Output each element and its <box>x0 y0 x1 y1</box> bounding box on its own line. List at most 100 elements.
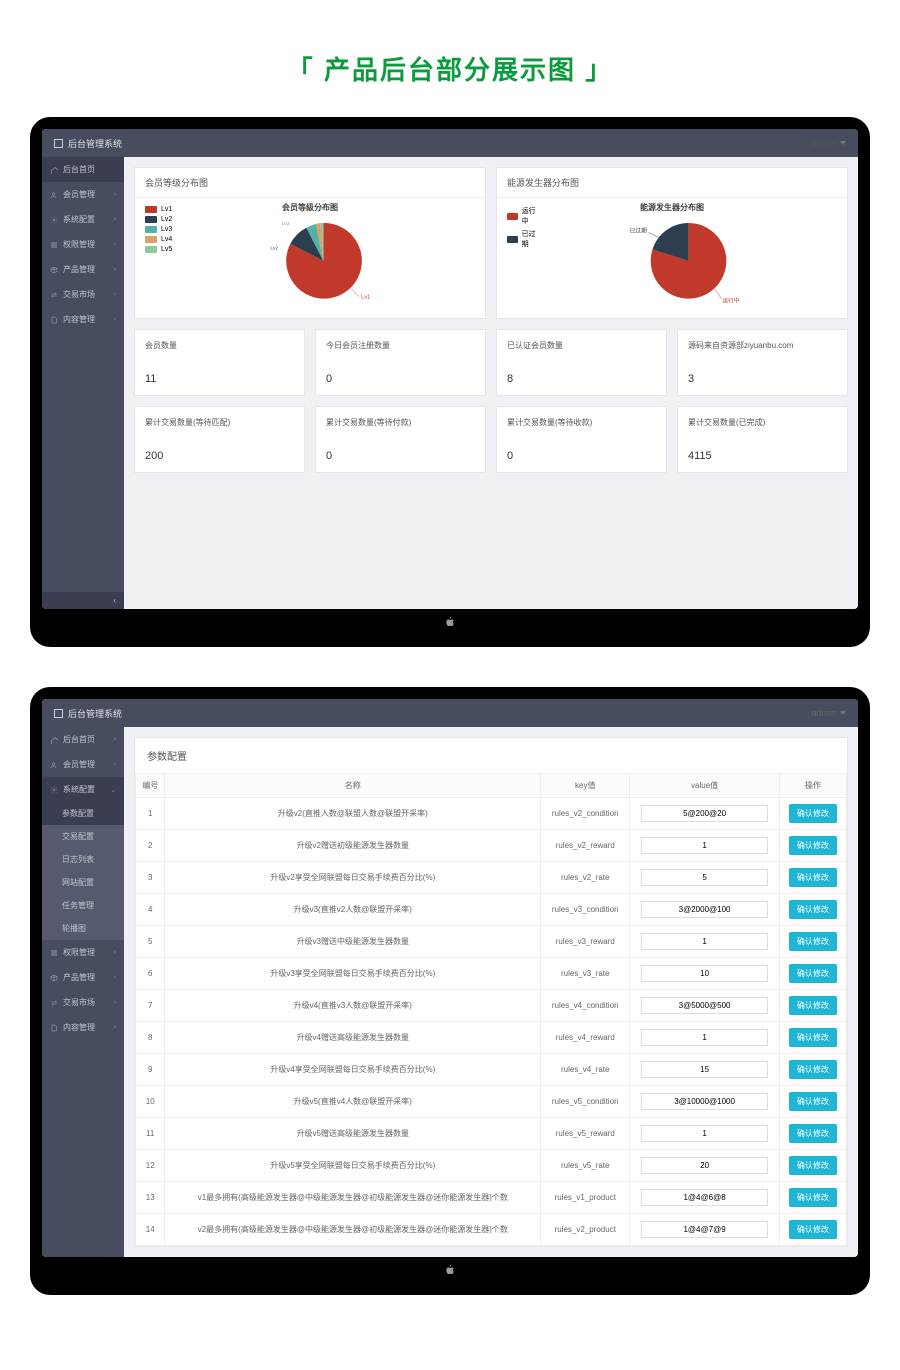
sidebar-subitem[interactable]: 网站配置 <box>42 871 124 894</box>
cell-id: 3 <box>136 862 165 894</box>
legend-label: 已过期 <box>522 229 541 249</box>
value-input[interactable] <box>641 1189 767 1206</box>
chevron-icon: › <box>114 761 116 768</box>
confirm-button[interactable]: 确认修改 <box>789 804 837 823</box>
sidebar-item-list[interactable]: 权限管理› <box>42 940 124 965</box>
table-row: 7升级v4(直推v3人数@联盟开采率)rules_v4_condition确认修… <box>136 990 847 1022</box>
cell-name: 升级v5享受全网联盟每日交易手续费百分比(%) <box>165 1150 541 1182</box>
sidebar-item-cog[interactable]: 系统配置⌄ <box>42 777 124 802</box>
cell-name: 升级v3享受全网联盟每日交易手续费百分比(%) <box>165 958 541 990</box>
cell-value <box>630 1182 780 1214</box>
stat-label: 今日会员注册数量 <box>326 340 475 351</box>
sidebar-item-label: 会员管理 <box>63 189 95 200</box>
sidebar-subitem[interactable]: 交易配置 <box>42 825 124 848</box>
table-row: 13v1最多拥有(高级能源发生器@中级能源发生器@初级能源发生器@迷你能源发生器… <box>136 1182 847 1214</box>
confirm-button[interactable]: 确认修改 <box>789 868 837 887</box>
cell-id: 4 <box>136 894 165 926</box>
confirm-button[interactable]: 确认修改 <box>789 1220 837 1239</box>
sidebar-subitem[interactable]: 任务管理 <box>42 894 124 917</box>
chevron-right-icon: › <box>114 241 116 248</box>
sidebar-subitem[interactable]: 参数配置 <box>42 802 124 825</box>
cell-value <box>630 958 780 990</box>
table-header: 名称 <box>165 774 541 798</box>
value-input[interactable] <box>641 837 767 854</box>
params-panel: 参数配置 编号名称key值value值操作 1升级v2(直推人数@联盟人数@联盟… <box>134 737 848 1247</box>
confirm-button[interactable]: 确认修改 <box>789 996 837 1015</box>
confirm-button[interactable]: 确认修改 <box>789 1124 837 1143</box>
brand-icon <box>54 139 63 148</box>
apple-logo-icon <box>444 615 456 629</box>
sidebar-item-exchange[interactable]: 交易市场› <box>42 282 124 307</box>
cell-key: rules_v5_condition <box>541 1086 630 1118</box>
confirm-button[interactable]: 确认修改 <box>789 1156 837 1175</box>
table-row: 5升级v3赠送中级能源发生器数量rules_v3_reward确认修改 <box>136 926 847 958</box>
value-input[interactable] <box>641 1029 767 1046</box>
cell-key: rules_v3_rate <box>541 958 630 990</box>
cell-action: 确认修改 <box>779 1150 846 1182</box>
value-input[interactable] <box>641 997 767 1014</box>
value-input[interactable] <box>641 1157 767 1174</box>
sidebar-item-label: 后台首页 <box>63 734 95 745</box>
sidebar-item-home[interactable]: 后台首页› <box>42 727 124 752</box>
sidebar-item-cube[interactable]: 产品管理› <box>42 257 124 282</box>
chevron-icon: › <box>114 1024 116 1031</box>
value-input[interactable] <box>641 1061 767 1078</box>
cell-key: rules_v2_rate <box>541 862 630 894</box>
cell-action: 确认修改 <box>779 894 846 926</box>
confirm-button[interactable]: 确认修改 <box>789 964 837 983</box>
table-header: key值 <box>541 774 630 798</box>
sidebar-collapse[interactable]: ‹ <box>42 592 124 609</box>
value-input[interactable] <box>641 869 767 886</box>
value-input[interactable] <box>641 933 767 950</box>
sidebar-item-cog[interactable]: 系统配置› <box>42 207 124 232</box>
user-menu[interactable]: admin <box>811 138 846 148</box>
confirm-button[interactable]: 确认修改 <box>789 900 837 919</box>
cell-name: 升级v3赠送中级能源发生器数量 <box>165 926 541 958</box>
sidebar-subitem[interactable]: 轮播图 <box>42 917 124 940</box>
sidebar-item-file[interactable]: 内容管理› <box>42 307 124 332</box>
value-input[interactable] <box>641 901 767 918</box>
sidebar-item-users[interactable]: 会员管理 › <box>42 182 124 207</box>
cell-name: 升级v2(直推人数@联盟人数@联盟开采率) <box>165 798 541 830</box>
confirm-button[interactable]: 确认修改 <box>789 836 837 855</box>
value-input[interactable] <box>641 1125 767 1142</box>
legend-item: 运行中 <box>507 206 540 226</box>
stat-card: 今日会员注册数量0 <box>315 329 486 396</box>
cell-name: 升级v2享受全网联盟每日交易手续费百分比(%) <box>165 862 541 894</box>
confirm-button[interactable]: 确认修改 <box>789 1028 837 1047</box>
confirm-button[interactable]: 确认修改 <box>789 1188 837 1207</box>
stat-value: 8 <box>507 373 656 385</box>
brand: 后台管理系统 <box>54 137 122 150</box>
chevron-icon: ⌄ <box>110 786 116 794</box>
sidebar-subitem[interactable]: 日志列表 <box>42 848 124 871</box>
confirm-button[interactable]: 确认修改 <box>789 1060 837 1079</box>
table-header: 操作 <box>779 774 846 798</box>
sidebar-item-list[interactable]: 权限管理› <box>42 232 124 257</box>
sidebar-item-cube[interactable]: 产品管理› <box>42 965 124 990</box>
sidebar-item-exchange[interactable]: 交易市场› <box>42 990 124 1015</box>
sidebar-item-users[interactable]: 会员管理› <box>42 752 124 777</box>
confirm-button[interactable]: 确认修改 <box>789 1092 837 1111</box>
cell-action: 确认修改 <box>779 1214 846 1246</box>
value-input[interactable] <box>641 805 767 822</box>
value-input[interactable] <box>641 965 767 982</box>
stat-card: 累计交易数量(等待匹配)200 <box>134 406 305 473</box>
stat-value: 0 <box>507 450 656 462</box>
svg-text:Lv3: Lv3 <box>282 221 290 227</box>
confirm-button[interactable]: 确认修改 <box>789 932 837 951</box>
table-row: 1升级v2(直推人数@联盟人数@联盟开采率)rules_v2_condition… <box>136 798 847 830</box>
cell-name: v2最多拥有(高级能源发生器@中级能源发生器@初级能源发生器@迷你能源发生器)个… <box>165 1214 541 1246</box>
chevron-right-icon: › <box>114 191 116 198</box>
value-input[interactable] <box>641 1221 767 1238</box>
chart-legend: Lv1Lv2Lv3Lv4Lv5 <box>145 206 172 310</box>
sidebar-item-home[interactable]: 后台首页 <box>42 157 124 182</box>
value-input[interactable] <box>641 1093 767 1110</box>
sidebar-item-label: 内容管理 <box>63 1022 95 1033</box>
stat-card: 累计交易数量(已完成)4115 <box>677 406 848 473</box>
user-menu[interactable]: admin <box>811 708 846 718</box>
exchange-icon <box>50 291 58 299</box>
sidebar-item-file[interactable]: 内容管理 › <box>42 1015 124 1040</box>
chart-card-title: 会员等级分布图 <box>135 168 485 198</box>
cell-name: 升级v4(直推v3人数@联盟开采率) <box>165 990 541 1022</box>
stat-card: 已认证会员数量8 <box>496 329 667 396</box>
